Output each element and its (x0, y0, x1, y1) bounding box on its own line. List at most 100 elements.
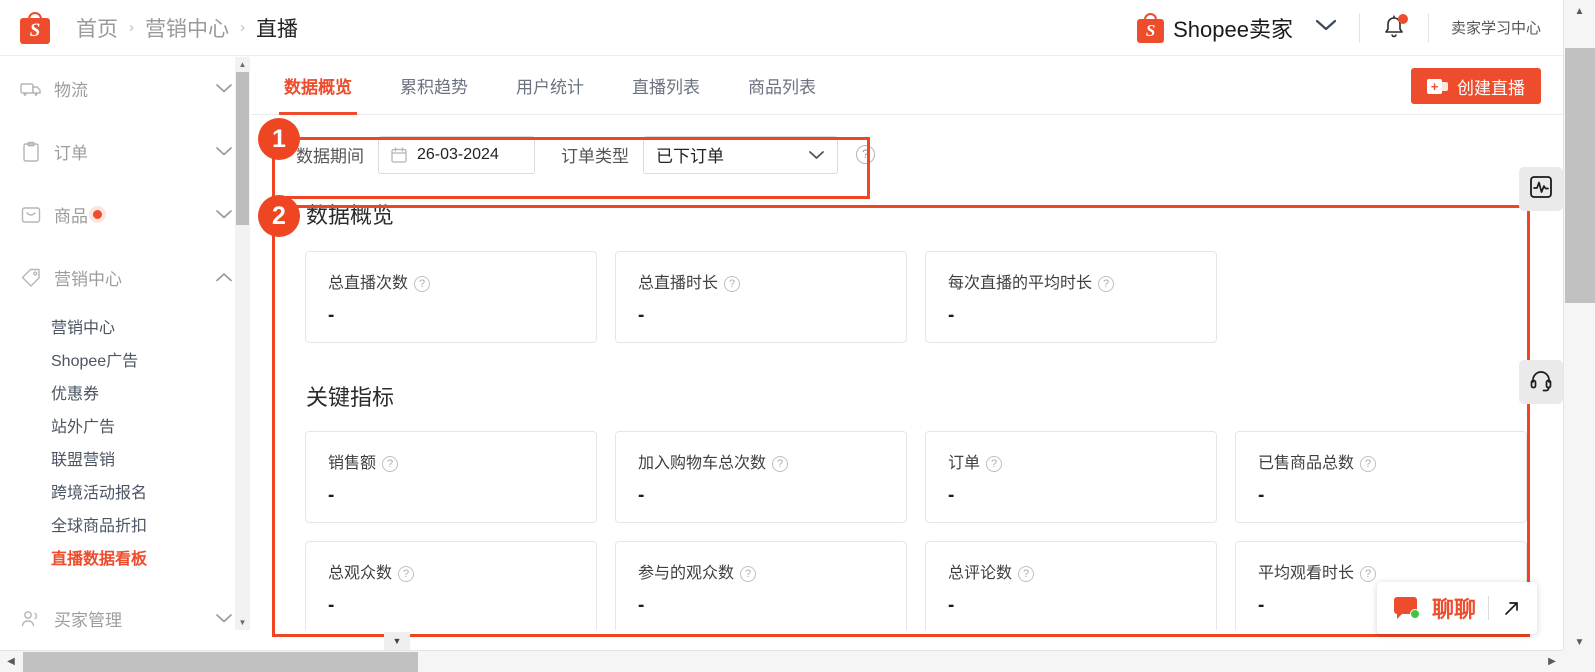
metric-value: - (1258, 485, 1265, 506)
notification-bell[interactable] (1382, 13, 1408, 41)
sidebar-group-marketing[interactable]: 营销中心 (0, 246, 249, 309)
chevron-down-icon[interactable] (215, 142, 233, 162)
tab-live-list[interactable]: 直播列表 (632, 57, 700, 115)
sidebar-scroll-up[interactable]: ▲ (235, 57, 250, 72)
analytics-float-button[interactable] (1519, 167, 1563, 211)
page-vertical-scrollbar[interactable]: ▲ ▼ (1563, 0, 1595, 653)
scroll-up-arrow[interactable]: ▲ (1564, 0, 1595, 22)
chat-divider (1488, 596, 1489, 620)
scroll-left-arrow[interactable]: ◀ (0, 651, 22, 672)
chat-label: 聊聊 (1431, 597, 1476, 622)
question-circle-icon[interactable]: ? (856, 145, 875, 164)
question-circle-icon[interactable]: ? (1018, 565, 1035, 582)
breadcrumb-item-live: 直播 (256, 17, 298, 41)
sidebar-item-marketing-center[interactable]: 营销中心 (0, 309, 249, 342)
question-circle-icon[interactable]: ? (986, 455, 1003, 472)
tab-bar: 数据概览 累积趋势 用户统计 直播列表 商品列表 + 创建直播 (251, 57, 1563, 115)
sidebar-group-logistics[interactable]: 物流 (0, 57, 249, 120)
tab-user-stats[interactable]: 用户统计 (516, 57, 584, 115)
question-circle-icon[interactable]: ? (414, 275, 431, 292)
question-circle-icon[interactable]: ? (1098, 275, 1115, 292)
sidebar-group-label: 商品 (54, 207, 88, 226)
tab-product-list[interactable]: 商品列表 (748, 57, 816, 115)
breadcrumb-item-marketing[interactable]: 营销中心 (145, 13, 229, 43)
sidebar-item-global-discount[interactable]: 全球商品折扣 (0, 507, 249, 540)
question-circle-icon[interactable]: ? (724, 275, 741, 292)
question-circle-icon[interactable]: ? (398, 565, 415, 582)
sidebar-group-label: 买家管理 (54, 611, 122, 630)
annotation-marker-1: 1 (258, 118, 300, 160)
page-dropdown-caret[interactable]: ▼ (384, 632, 410, 650)
sidebar-item-affiliate[interactable]: 联盟营销 (0, 441, 249, 474)
order-type-select[interactable]: 已下订单 (643, 135, 838, 174)
sidebar-item-offsite-ads[interactable]: 站外广告 (0, 408, 249, 441)
tab-cumulative-trend[interactable]: 累积趋势 (400, 57, 468, 115)
key-metrics-row-2: 总观众数? - 参与的观众数? - 总评论数? - 平均观看时长? - (251, 541, 1563, 630)
seller-learning-center-link[interactable]: 卖家学习中心 (1451, 17, 1541, 38)
clipboard-icon (20, 141, 42, 163)
sidebar-item-coupons[interactable]: 优惠券 (0, 375, 249, 408)
sidebar-item-cross-border-events[interactable]: 跨境活动报名 (0, 474, 249, 507)
header-divider (1427, 12, 1429, 43)
shopee-logo-icon[interactable]: S (20, 11, 50, 44)
question-circle-icon[interactable]: ? (382, 455, 399, 472)
sidebar-nav: 物流 订单 商品 营销中心 营销中心 Shopee广告 优惠券 站外广告 联盟营… (0, 57, 250, 630)
sidebar-scroll-thumb[interactable] (236, 72, 249, 225)
chart-pulse-icon (1529, 175, 1553, 204)
people-icon (20, 608, 42, 630)
metric-label: 总直播次数 (328, 275, 409, 292)
sidebar-group-buyer-management[interactable]: 买家管理 (0, 587, 249, 630)
chevron-down-icon[interactable] (1315, 19, 1337, 37)
sidebar-item-live-dashboard[interactable]: 直播数据看板 (0, 540, 249, 573)
overview-section-title: 数据概览 (306, 203, 395, 228)
chat-bubble-icon (1393, 597, 1420, 619)
breadcrumb-separator: › (240, 19, 245, 36)
sidebar-group-products[interactable]: 商品 (0, 183, 249, 246)
breadcrumb-item-home[interactable]: 首页 (76, 13, 118, 43)
breadcrumb: 首页 › 营销中心 › 直播 (76, 13, 298, 43)
metric-label: 已售商品总数 (1258, 455, 1355, 472)
horizontal-scroll-thumb[interactable] (23, 652, 418, 672)
create-livestream-button[interactable]: + 创建直播 (1411, 68, 1541, 104)
scroll-right-arrow[interactable]: ▶ (1541, 651, 1563, 672)
app-root: S 首页 › 营销中心 › 直播 S Shopee卖家 卖家学习中心 物流 订单… (0, 0, 1595, 672)
vertical-scroll-thumb[interactable] (1565, 48, 1595, 303)
box-icon (20, 204, 42, 226)
tab-data-overview[interactable]: 数据概览 (279, 57, 357, 115)
logo-bag: S (20, 17, 50, 44)
chevron-down-icon[interactable] (215, 205, 233, 225)
metric-card: 已售商品总数? - (1235, 431, 1527, 523)
chevron-down-icon[interactable] (215, 609, 233, 629)
sidebar-scrollbar[interactable]: ▲ ▼ (235, 57, 250, 630)
chevron-down-icon[interactable] (808, 145, 825, 165)
account-menu[interactable]: S Shopee卖家 (1137, 12, 1337, 44)
date-picker[interactable]: 26-03-2024 (378, 135, 535, 174)
data-period-label: 数据期间 (296, 147, 364, 166)
sidebar-item-shopee-ads[interactable]: Shopee广告 (0, 342, 249, 375)
metric-card: 销售额? - (305, 431, 597, 523)
metric-value: - (638, 595, 645, 616)
expand-arrow-icon[interactable] (1501, 597, 1523, 619)
metric-label: 总直播时长 (638, 275, 719, 292)
sidebar-scroll-down[interactable]: ▼ (235, 615, 250, 630)
chevron-down-icon[interactable] (215, 79, 233, 99)
sidebar-group-orders[interactable]: 订单 (0, 120, 249, 183)
question-circle-icon[interactable]: ? (1360, 565, 1377, 582)
metric-card: 加入购物车总次数? - (615, 431, 907, 523)
calendar-icon (391, 146, 407, 163)
page-horizontal-scrollbar[interactable]: ◀ ▶ (0, 650, 1595, 672)
metric-value: - (328, 485, 335, 506)
chevron-up-icon[interactable] (215, 268, 233, 288)
products-notification-dot (93, 210, 102, 219)
question-circle-icon[interactable]: ? (1360, 455, 1377, 472)
support-float-button[interactable] (1519, 360, 1563, 404)
question-circle-icon[interactable]: ? (740, 565, 757, 582)
metric-value: - (948, 305, 955, 326)
truck-icon (20, 78, 42, 100)
question-circle-icon[interactable]: ? (772, 455, 789, 472)
metric-card: 总直播时长? - (615, 251, 907, 343)
header-divider (1358, 12, 1360, 43)
metric-value: - (328, 305, 335, 326)
chat-widget[interactable]: 聊聊 (1376, 582, 1537, 634)
